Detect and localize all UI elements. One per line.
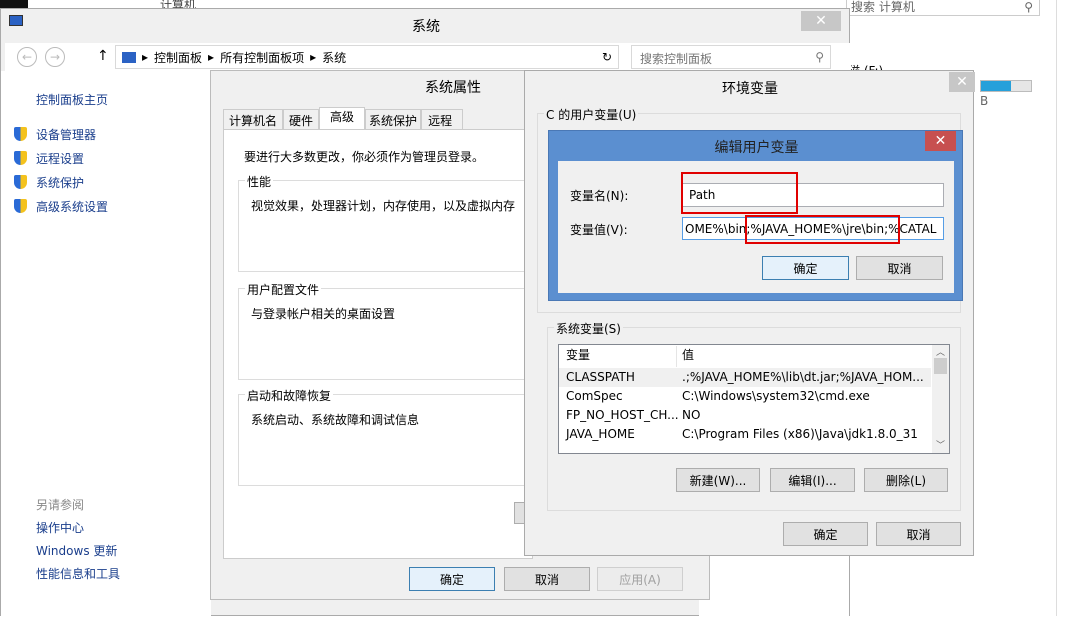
var-name: ComSpec — [566, 389, 623, 403]
drive-usage-bar — [980, 80, 1032, 92]
col-header-value[interactable]: 值 — [682, 346, 694, 365]
admin-note: 要进行大多数更改，你必须作为管理员登录。 — [244, 150, 485, 164]
var-value: NO — [682, 408, 701, 422]
var-value: .;%JAVA_HOME%\lib\dt.jar;%JAVA_HOM... — [682, 370, 924, 384]
var-name: CLASSPATH — [566, 370, 635, 384]
system-vars-group: 系统变量(S) 变量 值 CLASSPATH .;%JAVA_HOME%\lib\… — [547, 320, 961, 511]
group-title: 启动和故障恢复 — [245, 387, 334, 404]
see-also-link[interactable]: Windows 更新 — [36, 542, 117, 559]
nav-bar: ← → ↑ ▸ 控制面板 ▸ 所有控制面板项 ▸ 系统 ↻ 搜索控制面板 ⚲ — [5, 43, 851, 71]
col-divider — [676, 346, 677, 367]
delete-button[interactable]: 删除(L) — [864, 468, 948, 492]
scrollbar-thumb[interactable] — [934, 358, 947, 374]
new-button[interactable]: 新建(W)... — [676, 468, 760, 492]
col-header-variable[interactable]: 变量 — [566, 346, 590, 365]
sidebar-item[interactable]: 系统保护 — [36, 174, 84, 191]
group-title: 系统变量(S) — [554, 320, 623, 337]
table-row[interactable]: CLASSPATH .;%JAVA_HOME%\lib\dt.jar;%JAVA_… — [559, 368, 931, 387]
value-label: 变量值(V): — [570, 223, 628, 237]
group-desc: 与登录帐户相关的桌面设置 — [251, 307, 396, 321]
var-name: JAVA_HOME — [566, 427, 635, 441]
system-vars-list: 变量 值 CLASSPATH .;%JAVA_HOME%\lib\dt.jar;%… — [558, 344, 950, 454]
var-value: C:\Program Files (x86)\Java\jdk1.8.0_31 — [682, 427, 918, 441]
sidebar-item[interactable]: 高级系统设置 — [36, 198, 108, 215]
highlight-box-value — [745, 215, 900, 244]
breadcrumb-item[interactable]: 系统 — [322, 49, 346, 66]
explorer-scrollbar[interactable] — [1056, 0, 1057, 616]
shield-icon — [14, 199, 27, 213]
highlight-box-name — [681, 172, 798, 214]
chevron-up-icon[interactable]: ︿ — [932, 345, 949, 358]
name-label: 变量名(N): — [570, 189, 629, 203]
dialog-title: 编辑用户变量 — [714, 140, 799, 156]
drive-size: B — [980, 94, 989, 108]
search-placeholder: 搜索控制面板 — [640, 52, 713, 66]
scrollbar[interactable]: ︿ ﹀ — [932, 345, 949, 453]
ok-button[interactable]: 确定 — [409, 567, 495, 591]
search-placeholder: 搜索 计算机 — [851, 0, 915, 14]
var-value: C:\Windows\system32\cmd.exe — [682, 389, 870, 403]
cancel-button[interactable]: 取消 — [876, 522, 961, 546]
shield-icon — [14, 175, 27, 189]
user-profile-group: 用户配置文件与登录帐户相关的桌面设置 — [238, 281, 538, 380]
close-button[interactable]: ✕ — [949, 72, 975, 92]
see-also-link[interactable]: 操作中心 — [36, 519, 84, 536]
shield-icon — [14, 151, 27, 165]
see-also-heading: 另请参阅 — [36, 498, 85, 512]
explorer-search[interactable]: 搜索 计算机 ⚲ — [846, 0, 1040, 16]
group-title: 性能 — [245, 173, 274, 190]
performance-group: 性能视觉效果，处理器计划，内存使用，以及虚拟内存 — [238, 173, 538, 272]
search-input[interactable]: 搜索控制面板 ⚲ — [631, 45, 831, 69]
sidebar-item[interactable]: 设备管理器 — [36, 126, 96, 143]
sidebar-home-link[interactable]: 控制面板主页 — [36, 91, 108, 108]
search-icon: ⚲ — [1024, 0, 1033, 14]
tab-panel: 要进行大多数更改，你必须作为管理员登录。 性能视觉效果，处理器计划，内存使用，以… — [223, 129, 538, 559]
group-title: 用户配置文件 — [245, 281, 322, 298]
close-button[interactable]: ✕ — [801, 11, 841, 31]
ok-button[interactable]: 确定 — [762, 256, 849, 280]
apply-button[interactable]: 应用(A) — [597, 567, 683, 591]
group-desc: 系统启动、系统故障和调试信息 — [251, 413, 420, 427]
sidebar: 控制面板主页 设备管理器 远程设置 系统保护 高级系统设置 另请参阅 操作中心 … — [1, 71, 211, 617]
edit-button[interactable]: 编辑(I)... — [770, 468, 855, 492]
group-title: C 的用户变量(U) — [544, 106, 639, 123]
close-button[interactable]: ✕ — [925, 131, 956, 151]
var-name: FP_NO_HOST_CH... — [566, 408, 679, 422]
search-icon: ⚲ — [815, 50, 824, 64]
table-row[interactable]: ComSpec C:\Windows\system32\cmd.exe — [559, 387, 931, 406]
shield-icon — [14, 127, 27, 141]
cancel-button[interactable]: 取消 — [856, 256, 943, 280]
group-desc: 视觉效果，处理器计划，内存使用，以及虚拟内存 — [251, 199, 516, 213]
table-row[interactable]: JAVA_HOME C:\Program Files (x86)\Java\jdk… — [559, 425, 931, 444]
breadcrumb-item[interactable]: 控制面板 — [154, 49, 202, 66]
computer-icon — [122, 51, 136, 63]
ok-button[interactable]: 确定 — [783, 522, 868, 546]
cancel-button[interactable]: 取消 — [504, 567, 590, 591]
sidebar-item[interactable]: 远程设置 — [36, 150, 84, 167]
table-row[interactable]: FP_NO_HOST_CH... NO — [559, 406, 931, 425]
chevron-down-icon[interactable]: ﹀ — [932, 438, 949, 451]
breadcrumb-item[interactable]: 所有控制面板项 — [220, 49, 304, 66]
address-bar[interactable]: ▸ 控制面板 ▸ 所有控制面板项 ▸ 系统 ↻ — [115, 45, 619, 69]
back-button[interactable]: ← — [17, 47, 37, 67]
window-title: 系统 — [412, 19, 440, 35]
startup-recovery-group: 启动和故障恢复系统启动、系统故障和调试信息 — [238, 387, 538, 486]
list-header: 变量 值 — [559, 346, 931, 367]
sep: ▸ — [142, 50, 149, 64]
see-also-link[interactable]: 性能信息和工具 — [36, 565, 120, 582]
refresh-icon[interactable]: ↻ — [602, 50, 612, 64]
forward-button[interactable]: → — [45, 47, 65, 67]
sep: ▸ — [208, 50, 215, 64]
dialog-title: 系统属性 — [425, 80, 481, 96]
dialog-title: 环境变量 — [722, 81, 778, 97]
sep: ▸ — [310, 50, 317, 64]
up-button[interactable]: ↑ — [97, 48, 109, 64]
